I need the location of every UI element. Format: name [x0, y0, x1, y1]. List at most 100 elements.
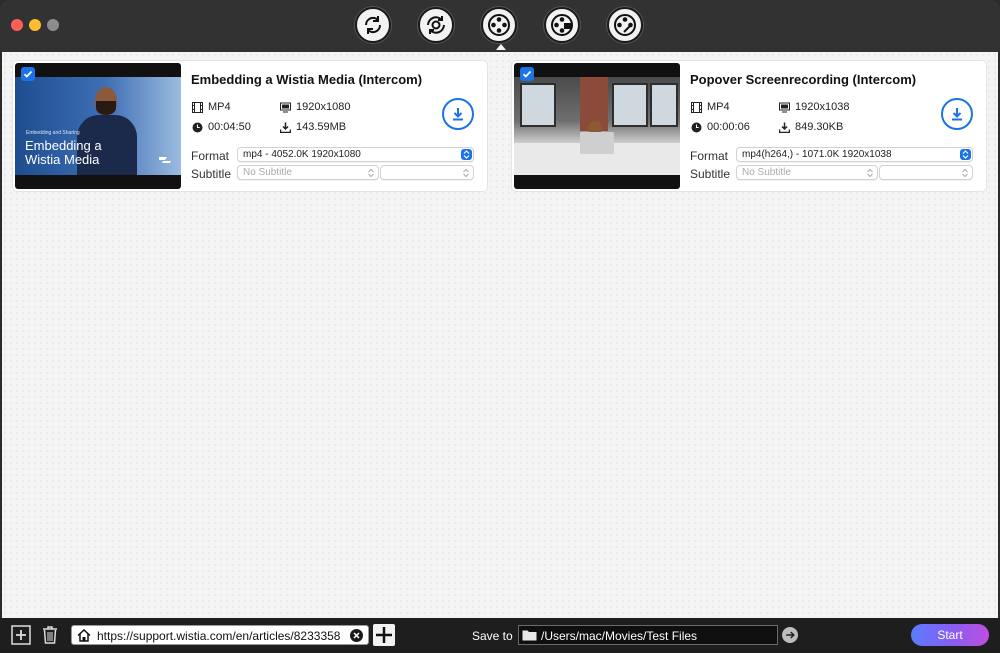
video-list-area: Embedding and Sharing Embedding a Wistia… [2, 52, 998, 618]
video-info: Embedding a Wistia Media (Intercom) MP4 … [191, 61, 487, 191]
thumbnail-image [514, 77, 680, 175]
open-folder-button[interactable] [782, 627, 798, 643]
save-path-field[interactable]: /Users/mac/Movies/Test Files [518, 625, 778, 645]
wistia-logo-icon [159, 157, 171, 163]
download-size-icon [280, 122, 291, 133]
checkmark-icon [23, 70, 33, 78]
close-window-button[interactable] [11, 19, 23, 31]
save-to-label: Save to [472, 629, 513, 643]
add-url-button[interactable] [373, 624, 395, 646]
url-input[interactable]: https://support.wistia.com/en/articles/8… [71, 625, 369, 645]
thumbnail-title-text: Embedding a Wistia Media [25, 138, 102, 167]
video-format: MP4 [691, 101, 730, 113]
video-resolution: 1920x1080 [280, 101, 350, 113]
video-format-text: MP4 [707, 101, 730, 113]
clock-icon [691, 122, 702, 132]
subtitle-type-select[interactable] [380, 165, 474, 180]
bottom-bar: https://support.wistia.com/en/articles/8… [0, 618, 1000, 653]
subtitle-label: Subtitle [191, 167, 232, 181]
select-arrows-icon [463, 168, 469, 178]
video-title: Popover Screenrecording (Intercom) [690, 72, 917, 87]
film-reel-download-icon [488, 14, 510, 36]
video-duration: 00:00:06 [691, 121, 750, 133]
video-size: 143.59MB [280, 121, 346, 133]
plus-icon [376, 627, 392, 643]
download-arrow-icon [952, 108, 962, 121]
video-title: Embedding a Wistia Media (Intercom) [191, 72, 423, 87]
video-resolution-text: 1920x1038 [795, 101, 850, 113]
video-duration: 00:04:50 [192, 121, 251, 133]
download-button[interactable] [442, 98, 474, 130]
laptop-figure [580, 132, 614, 154]
subtitle-label: Subtitle [690, 167, 731, 181]
format-select-value: mp4(h264,) - 1071.0K 1920x1038 [742, 149, 892, 160]
convert-tool-button[interactable] [355, 7, 391, 43]
video-size-text: 849.30KB [795, 121, 844, 133]
subtitle-select-value: No Subtitle [243, 167, 292, 178]
thumbnail-image: Embedding and Sharing Embedding a Wistia… [15, 77, 181, 175]
film-reel-edit-icon [614, 14, 636, 36]
video-card[interactable]: Popover Screenrecording (Intercom) MP4 0… [512, 61, 986, 191]
download-button[interactable] [941, 98, 973, 130]
film-strip-icon [192, 101, 203, 113]
download-arrow-icon [453, 108, 463, 121]
reconvert-icon [427, 16, 445, 34]
minimize-window-button[interactable] [29, 19, 41, 31]
monitor-icon [280, 102, 291, 112]
subtitle-select[interactable]: No Subtitle [736, 165, 878, 180]
video-card[interactable]: Embedding and Sharing Embedding a Wistia… [13, 61, 487, 191]
video-select-checkbox[interactable] [520, 67, 534, 81]
subtitle-select-value: No Subtitle [742, 167, 791, 178]
select-arrows-icon [368, 168, 374, 178]
format-select[interactable]: mp4 - 4052.0K 1920x1080 [237, 147, 474, 162]
reconvert-tool-button[interactable] [418, 7, 454, 43]
trash-icon[interactable] [40, 625, 60, 645]
edit-tool-button[interactable] [607, 7, 643, 43]
save-path-value: /Users/mac/Movies/Test Files [541, 629, 698, 643]
select-arrows-icon [461, 149, 472, 160]
video-duration-text: 00:04:50 [208, 121, 251, 133]
arrow-right-icon [786, 631, 795, 639]
zoom-window-button[interactable] [47, 19, 59, 31]
main-toolbar [355, 7, 643, 50]
download-size-icon [779, 122, 790, 133]
subtitle-type-select[interactable] [879, 165, 973, 180]
checkmark-icon [522, 70, 532, 78]
title-bar [0, 0, 1000, 52]
add-icon[interactable] [11, 625, 31, 645]
convert-icon [364, 16, 382, 34]
video-thumbnail[interactable]: Embedding and Sharing Embedding a Wistia… [15, 63, 181, 189]
video-select-checkbox[interactable] [21, 67, 35, 81]
thumbnail-small-text: Embedding and Sharing [26, 130, 80, 136]
home-icon[interactable] [77, 629, 91, 642]
video-format-text: MP4 [208, 101, 231, 113]
record-tool-button[interactable] [544, 7, 580, 43]
video-size-text: 143.59MB [296, 121, 347, 133]
office-window [612, 83, 648, 127]
clear-url-icon[interactable] [350, 629, 363, 642]
format-label: Format [690, 149, 729, 163]
select-arrows-icon [867, 168, 873, 178]
clock-icon [192, 122, 203, 132]
format-label: Format [191, 149, 230, 163]
url-input-value: https://support.wistia.com/en/articles/8… [97, 629, 341, 643]
film-strip-icon [691, 101, 702, 113]
start-button[interactable]: Start [911, 624, 989, 646]
film-reel-record-icon [551, 14, 573, 36]
download-tool-button[interactable] [481, 7, 517, 50]
folder-icon[interactable] [522, 629, 537, 641]
monitor-icon [779, 102, 790, 112]
subtitle-select[interactable]: No Subtitle [237, 165, 379, 180]
video-format: MP4 [192, 101, 231, 113]
office-window [650, 83, 678, 127]
video-resolution-text: 1920x1080 [296, 101, 351, 113]
office-window [520, 83, 556, 127]
select-arrows-icon [962, 168, 968, 178]
select-arrows-icon [960, 149, 971, 160]
video-thumbnail[interactable] [514, 63, 680, 189]
video-resolution: 1920x1038 [779, 101, 849, 113]
video-info: Popover Screenrecording (Intercom) MP4 0… [690, 61, 986, 191]
format-select[interactable]: mp4(h264,) - 1071.0K 1920x1038 [736, 147, 973, 162]
format-select-value: mp4 - 4052.0K 1920x1080 [243, 149, 361, 160]
video-duration-text: 00:00:06 [707, 121, 750, 133]
